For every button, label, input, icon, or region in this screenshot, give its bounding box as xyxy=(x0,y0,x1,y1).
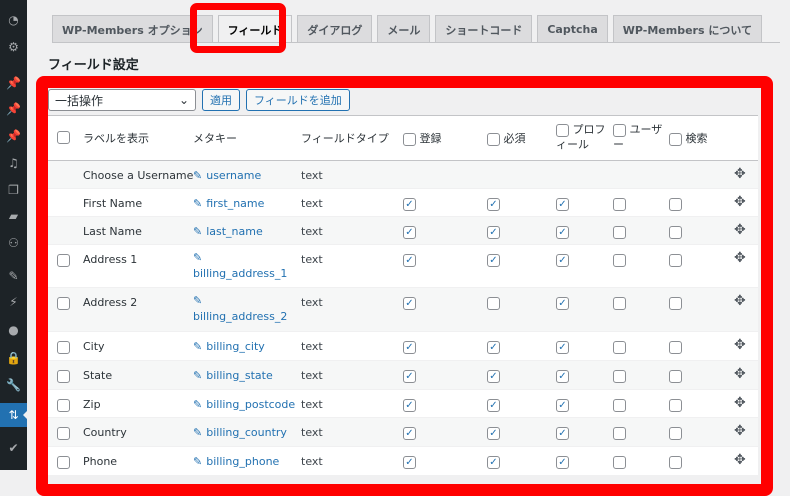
admin-sidebar: ◔ ⚙ 📌 📌 📌 ♫ ❐ ▰ ⚇ ✎ ⚡ ● 🔒 🔧 ⇅ ✔ xyxy=(0,0,28,470)
tab-2[interactable]: ダイアログ xyxy=(297,15,373,43)
tools-icon[interactable]: 🔧 xyxy=(0,373,27,397)
users-group-icon[interactable]: ⚇ xyxy=(0,231,27,255)
highlight-frame-tab xyxy=(190,3,286,53)
appearance-icon[interactable]: ✎ xyxy=(0,264,27,288)
settings-icon[interactable]: ⇅ xyxy=(0,403,28,427)
tab-5[interactable]: Captcha xyxy=(537,15,608,43)
media-icon[interactable]: ♫ xyxy=(0,151,27,175)
user-icon[interactable]: ● xyxy=(0,318,27,342)
plugins-icon[interactable]: ⚡ xyxy=(0,290,27,314)
pages-icon[interactable]: ❐ xyxy=(0,178,27,202)
tab-0[interactable]: WP-Members オプション xyxy=(52,15,213,43)
tab-4[interactable]: ショートコード xyxy=(435,15,533,43)
tab-6[interactable]: WP-Members について xyxy=(612,15,763,43)
highlight-frame-table xyxy=(36,76,773,496)
settings-tabs: WP-Members オプション フィールド ダイアログ メール ショートコード Capt… xyxy=(52,15,763,43)
page-title: フィールド設定 xyxy=(48,58,139,73)
comments-icon[interactable]: ▰ xyxy=(0,204,27,228)
tab-3[interactable]: メール xyxy=(377,15,431,43)
dashboard-icon[interactable]: ◔ xyxy=(0,8,27,32)
pin-icon[interactable]: 📌 xyxy=(0,124,27,148)
pin-icon[interactable]: 📌 xyxy=(0,97,27,121)
pin-icon[interactable]: 📌 xyxy=(0,71,27,95)
lock-icon[interactable]: 🔒 xyxy=(0,346,27,370)
shield-icon[interactable]: ✔ xyxy=(0,436,27,460)
gear-icon[interactable]: ⚙ xyxy=(0,35,27,59)
tab-divider xyxy=(52,42,780,43)
